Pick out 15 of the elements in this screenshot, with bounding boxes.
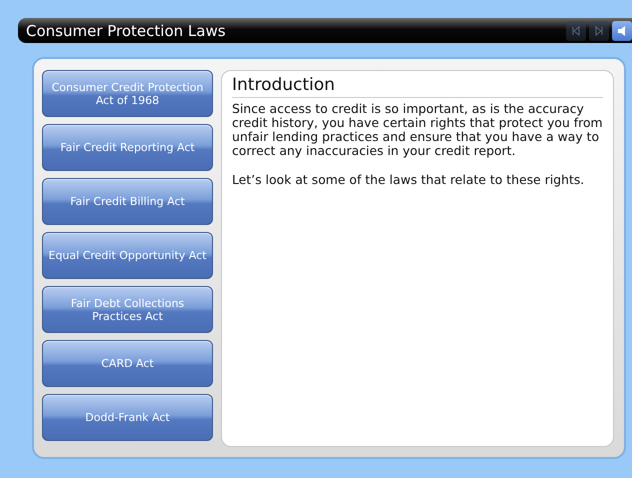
topic-button[interactable]: Consumer Credit Protection Act of 1968 [42,70,213,117]
back-icon [572,26,580,36]
window-title: Consumer Protection Laws [26,22,227,40]
topic-button[interactable]: Fair Credit Billing Act [42,178,213,225]
paragraph: Let’s look at some of the laws that relate to these rights. [232,173,586,187]
topic-button[interactable]: Fair Credit Reporting Act [42,124,213,171]
topic-button[interactable]: CARD Act [42,340,213,387]
forward-icon [595,26,603,36]
paragraph: Since access to credit is so important, as is the accuracy credit history, you have certain rights that protect you from unfair lending practices and ensure that you have a way to correct any inaccuracies in your credit report. [232,102,603,158]
section-heading: Introduction [232,74,603,98]
sound-button[interactable] [612,20,632,40]
topic-button[interactable]: Dodd-Frank Act [42,394,213,441]
topic-button[interactable]: Equal Credit Opportunity Act [42,232,213,279]
speaker-icon [618,26,626,36]
topic-button[interactable]: Fair Debt Collections Practices Act [42,286,213,333]
